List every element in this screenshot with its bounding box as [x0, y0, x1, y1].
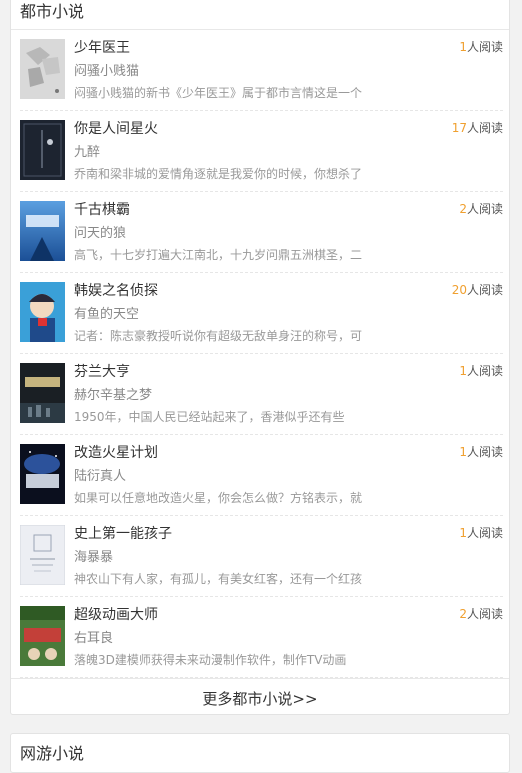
book-cover[interactable] — [20, 120, 65, 180]
book-author[interactable]: 闷骚小贱猫 — [74, 60, 139, 79]
read-count: 1人阅读 — [459, 362, 503, 379]
read-count-suffix: 人阅读 — [466, 40, 503, 54]
more-novels-link[interactable]: 更多都市小说>> — [11, 678, 509, 717]
book-item[interactable]: 改造火星计划 陆衍真人 如果可以任意地改造火星，你会怎么做？方铭表示，就 1人阅… — [20, 435, 503, 516]
book-author[interactable]: 九醉 — [74, 141, 100, 160]
book-description: 记者：陈志豪教授听说你有超级无敌单身汪的称号，可 — [74, 329, 363, 343]
novel-section-panel: 都市小说 少年医王 闷骚小贱猫 闷骚小贱猫的新书《少年医王》属于都市言情这是一个… — [10, 0, 510, 715]
book-description: 落魄3D建模师获得未来动漫制作软件，制作TV动画 — [74, 653, 347, 667]
book-item[interactable]: 千古棋霸 问天的狼 高飞，十七岁打遍大江南北，十九岁问鼎五洲棋圣，二 2人阅读 — [20, 192, 503, 273]
read-count-suffix: 人阅读 — [466, 202, 503, 216]
book-item[interactable]: 你是人间星火 九醉 乔南和梁非城的爱情角逐就是我爱你的时候，你想杀了 17人阅读 — [20, 111, 503, 192]
read-count: 2人阅读 — [459, 200, 503, 217]
read-count-suffix: 人阅读 — [466, 283, 503, 297]
book-description: 闷骚小贱猫的新书《少年医王》属于都市言情这是一个 — [74, 86, 363, 100]
book-cover[interactable] — [20, 525, 65, 585]
book-title[interactable]: 韩娱之名侦探 — [74, 280, 158, 300]
read-count-suffix: 人阅读 — [466, 364, 503, 378]
book-cover[interactable] — [20, 201, 65, 261]
book-cover[interactable] — [20, 444, 65, 504]
book-item[interactable]: 韩娱之名侦探 有鱼的天空 记者：陈志豪教授听说你有超级无敌单身汪的称号，可 20… — [20, 273, 503, 354]
book-description: 如果可以任意地改造火星，你会怎么做？方铭表示，就 — [74, 491, 363, 505]
book-title[interactable]: 少年医王 — [74, 37, 130, 57]
read-count: 1人阅读 — [459, 443, 503, 460]
read-count: 20人阅读 — [452, 281, 503, 298]
read-count-suffix: 人阅读 — [466, 526, 503, 540]
book-cover[interactable] — [20, 282, 65, 342]
read-count-suffix: 人阅读 — [466, 121, 503, 135]
book-item[interactable]: 少年医王 闷骚小贱猫 闷骚小贱猫的新书《少年医王》属于都市言情这是一个 1人阅读 — [20, 30, 503, 111]
read-count-number: 20 — [451, 283, 467, 297]
read-count-number: 1 — [459, 40, 467, 54]
book-title[interactable]: 超级动画大师 — [74, 604, 158, 624]
read-count: 2人阅读 — [459, 605, 503, 622]
book-item[interactable]: 史上第一能孩子 海暴暴 神农山下有人家，有孤儿，有美女红客，还有一个红孩 1人阅… — [20, 516, 503, 597]
book-description: 神农山下有人家，有孤儿，有美女红客，还有一个红孩 — [74, 572, 363, 586]
book-item[interactable]: 芬兰大亨 赫尔辛基之梦 1950年，中国人民已经站起来了，香港似乎还有些 1人阅… — [20, 354, 503, 435]
section-title: 都市小说 — [20, 2, 85, 21]
read-count-suffix: 人阅读 — [466, 607, 503, 621]
read-count-number: 1 — [459, 526, 467, 540]
next-section-title: 网游小说 — [20, 744, 85, 763]
book-title[interactable]: 史上第一能孩子 — [74, 523, 172, 543]
book-description: 乔南和梁非城的爱情角逐就是我爱你的时候，你想杀了 — [74, 167, 363, 181]
next-section-panel: 网游小说 — [10, 733, 510, 773]
book-item[interactable]: 超级动画大师 右耳良 落魄3D建模师获得未来动漫制作软件，制作TV动画 2人阅读 — [20, 597, 503, 678]
book-title[interactable]: 你是人间星火 — [74, 118, 158, 138]
read-count: 1人阅读 — [459, 38, 503, 55]
read-count-suffix: 人阅读 — [466, 445, 503, 459]
read-count: 17人阅读 — [452, 119, 503, 136]
book-title[interactable]: 千古棋霸 — [74, 199, 130, 219]
read-count-number: 17 — [451, 121, 467, 135]
read-count-number: 1 — [459, 445, 467, 459]
book-cover[interactable] — [20, 39, 65, 99]
book-author[interactable]: 问天的狼 — [74, 222, 126, 241]
book-author[interactable]: 海暴暴 — [74, 546, 113, 565]
book-author[interactable]: 右耳良 — [74, 627, 113, 646]
book-title[interactable]: 改造火星计划 — [74, 442, 158, 462]
read-count-number: 2 — [459, 202, 467, 216]
book-title[interactable]: 芬兰大亨 — [74, 361, 130, 381]
book-description: 1950年，中国人民已经站起来了，香港似乎还有些 — [74, 410, 345, 424]
book-description: 高飞，十七岁打遍大江南北，十九岁问鼎五洲棋圣，二 — [74, 248, 363, 262]
book-author[interactable]: 赫尔辛基之梦 — [74, 384, 152, 403]
book-author[interactable]: 陆衍真人 — [74, 465, 126, 484]
read-count: 1人阅读 — [459, 524, 503, 541]
book-cover[interactable] — [20, 363, 65, 423]
book-author[interactable]: 有鱼的天空 — [74, 303, 139, 322]
read-count-number: 2 — [459, 607, 467, 621]
book-cover[interactable] — [20, 606, 65, 666]
read-count-number: 1 — [459, 364, 467, 378]
